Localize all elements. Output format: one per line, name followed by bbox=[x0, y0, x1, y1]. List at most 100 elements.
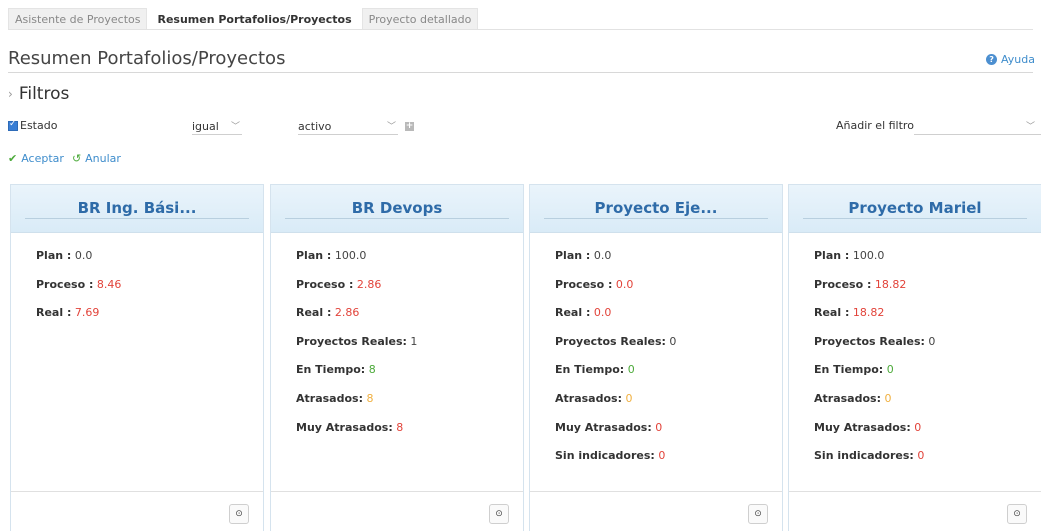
metric-label: Sin indicadores: bbox=[555, 449, 655, 463]
metric-row: Proyectos Reales: 1 bbox=[296, 335, 523, 364]
card-footer: ⊙ bbox=[271, 491, 523, 531]
value-select[interactable]: activo ﹀ bbox=[298, 118, 398, 135]
filters-toggle[interactable]: › Filtros bbox=[8, 84, 69, 104]
metric-row: Sin indicadores: 0 bbox=[814, 449, 1041, 478]
metric-value: 7.69 bbox=[74, 306, 100, 320]
metric-row: Proceso : 18.82 bbox=[814, 278, 1041, 307]
operator-select[interactable]: igual ﹀ bbox=[192, 118, 242, 135]
metric-label: Proceso : bbox=[555, 277, 613, 291]
chevron-right-icon: › bbox=[8, 87, 13, 101]
metric-row: Sin indicadores: 0 bbox=[555, 449, 782, 478]
title-divider bbox=[8, 72, 1033, 73]
metric-label: Plan : bbox=[814, 249, 850, 262]
metric-label: Muy Atrasados: bbox=[296, 420, 393, 434]
add-filter-select[interactable]: ﹀ bbox=[914, 118, 1041, 135]
metric-label: Plan : bbox=[36, 249, 72, 262]
metric-row: En Tiempo: 0 bbox=[814, 363, 1041, 392]
metric-label: Real : bbox=[296, 306, 332, 320]
metric-row: Proyectos Reales: 0 bbox=[555, 335, 782, 364]
metric-row: Plan : 100.0 bbox=[296, 249, 523, 278]
metric-label: Proceso : bbox=[296, 277, 354, 291]
card-action-button[interactable]: ⊙ bbox=[748, 504, 768, 524]
metric-value: 100.0 bbox=[852, 249, 885, 262]
filter-actions: ✔ Aceptar ↺ Anular bbox=[8, 152, 121, 165]
metric-row: Atrasados: 0 bbox=[555, 392, 782, 421]
cancel-label: Anular bbox=[85, 152, 121, 165]
card-body: Plan : 0.0 Proceso : 8.46 Real : 7.69 bbox=[11, 233, 263, 335]
metric-value: 0.0 bbox=[593, 249, 612, 262]
metric-label: En Tiempo: bbox=[814, 363, 884, 377]
help-link[interactable]: ? Ayuda bbox=[986, 53, 1035, 66]
card-action-button[interactable]: ⊙ bbox=[1007, 504, 1027, 524]
metric-value: 0 bbox=[658, 449, 666, 463]
metric-value: 2.86 bbox=[356, 277, 382, 291]
page-title: Resumen Portafolios/Proyectos bbox=[8, 48, 286, 69]
tab-asistente-proyectos[interactable]: Asistente de Proyectos bbox=[8, 8, 148, 29]
metric-value: 8 bbox=[396, 420, 404, 434]
metric-row: Real : 18.82 bbox=[814, 306, 1041, 335]
metric-row: Plan : 0.0 bbox=[555, 249, 782, 278]
card-body: Plan : 100.0 Proceso : 2.86 Real : 2.86 Pro… bbox=[271, 233, 523, 449]
metric-row: Plan : 0.0 bbox=[36, 249, 263, 278]
accept-button[interactable]: ✔ Aceptar bbox=[8, 152, 64, 165]
card-title-divider bbox=[285, 218, 509, 219]
check-icon: ✔ bbox=[8, 152, 18, 165]
add-filter-label: Añadir el filtro bbox=[836, 119, 914, 132]
metric-row: Plan : 100.0 bbox=[814, 249, 1041, 278]
metric-label: Proyectos Reales: bbox=[555, 334, 666, 348]
card-header: Proyecto Eje... bbox=[530, 185, 782, 233]
metric-row: Proceso : 0.0 bbox=[555, 278, 782, 307]
metric-label: Atrasados: bbox=[814, 391, 881, 405]
metric-value: 18.82 bbox=[852, 306, 885, 320]
metric-label: En Tiempo: bbox=[555, 363, 625, 377]
metric-label: Muy Atrasados: bbox=[555, 420, 652, 434]
accept-label: Aceptar bbox=[21, 152, 64, 165]
add-value-icon[interactable]: + bbox=[405, 122, 414, 131]
card-header: BR Ing. Bási... bbox=[11, 185, 263, 233]
metric-value: 18.82 bbox=[874, 277, 907, 291]
metric-row: Muy Atrasados: 0 bbox=[814, 421, 1041, 450]
chevron-down-icon: ﹀ bbox=[230, 122, 240, 132]
metric-value: 2.86 bbox=[334, 306, 360, 320]
metric-label: Real : bbox=[814, 306, 850, 320]
card-title-divider bbox=[25, 218, 249, 219]
metric-row: Proceso : 8.46 bbox=[36, 278, 263, 307]
card-title[interactable]: BR Ing. Bási... bbox=[11, 199, 263, 217]
metric-label: Sin indicadores: bbox=[814, 449, 914, 463]
metric-value: 0.0 bbox=[593, 306, 612, 320]
metric-label: Plan : bbox=[296, 249, 332, 262]
metric-value: 0.0 bbox=[74, 249, 93, 262]
tab-bar: Asistente de Proyectos Resumen Portafoli… bbox=[8, 8, 1033, 30]
metric-row: Proyectos Reales: 0 bbox=[814, 335, 1041, 364]
metric-value: 8 bbox=[366, 391, 374, 405]
operator-value: igual bbox=[192, 120, 219, 133]
card-title[interactable]: Proyecto Mariel bbox=[789, 199, 1041, 217]
metric-value: 0 bbox=[669, 334, 677, 348]
metric-value: 0 bbox=[928, 334, 936, 348]
card-action-button[interactable]: ⊙ bbox=[229, 504, 249, 524]
cancel-button[interactable]: ↺ Anular bbox=[72, 152, 121, 165]
metric-row: Real : 0.0 bbox=[555, 306, 782, 335]
card-action-button[interactable]: ⊙ bbox=[489, 504, 509, 524]
metric-value: 0 bbox=[627, 363, 635, 377]
metric-row: Muy Atrasados: 8 bbox=[296, 421, 523, 450]
help-label: Ayuda bbox=[1001, 53, 1035, 66]
metric-label: En Tiempo: bbox=[296, 363, 366, 377]
card-title[interactable]: Proyecto Eje... bbox=[530, 199, 782, 217]
metric-label: Atrasados: bbox=[555, 391, 622, 405]
metric-value: 0 bbox=[886, 363, 894, 377]
tab-proyecto-detallado[interactable]: Proyecto detallado bbox=[361, 8, 479, 29]
tab-resumen-portafolios[interactable]: Resumen Portafolios/Proyectos bbox=[150, 8, 359, 29]
filter-row-estado: Estado igual ﹀ activo ﹀ + Añadir el filt… bbox=[0, 118, 1041, 138]
help-icon: ? bbox=[986, 54, 998, 65]
project-card: BR Devops Plan : 100.0 Proceso : 2.86 Real… bbox=[270, 184, 524, 531]
estado-checkbox[interactable] bbox=[8, 119, 18, 131]
metric-row: Atrasados: 8 bbox=[296, 392, 523, 421]
card-footer: ⊙ bbox=[530, 491, 782, 531]
metric-row: Muy Atrasados: 0 bbox=[555, 421, 782, 450]
filters-heading: Filtros bbox=[18, 84, 70, 104]
metric-value: 100.0 bbox=[334, 249, 367, 262]
metric-row: Real : 7.69 bbox=[36, 306, 263, 335]
card-header: BR Devops bbox=[271, 185, 523, 233]
card-title[interactable]: BR Devops bbox=[271, 199, 523, 217]
